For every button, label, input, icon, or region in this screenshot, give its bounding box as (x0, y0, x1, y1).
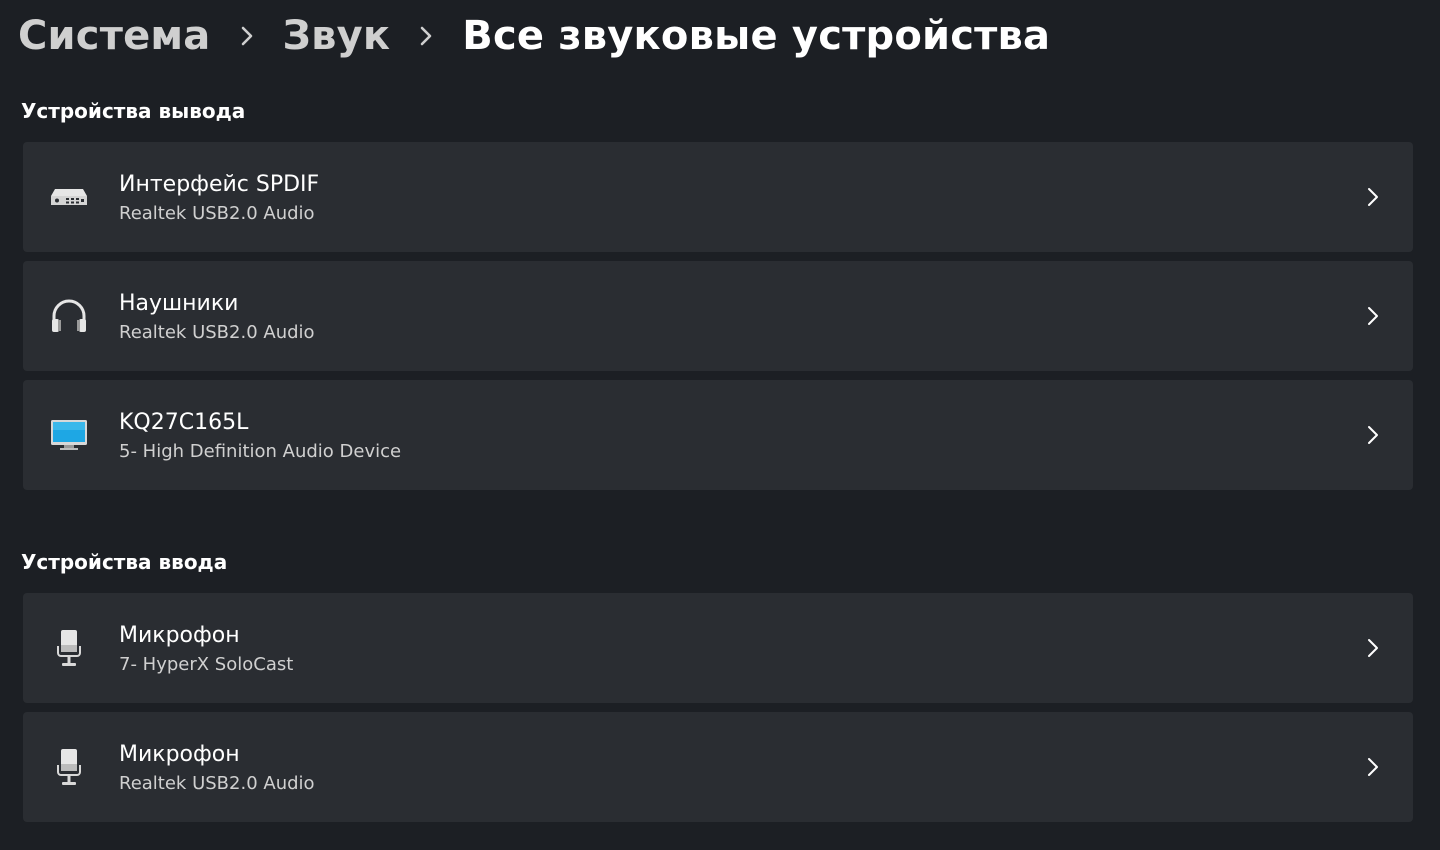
chevron-right-icon (390, 6, 462, 66)
device-subtitle: Realtek USB2.0 Audio (119, 322, 315, 343)
chevron-right-icon (1365, 756, 1381, 778)
device-subtitle: 5- High Definition Audio Device (119, 441, 402, 462)
device-name: Микрофон (119, 742, 240, 767)
output-devices-list: Интерфейс SPDIF Realtek USB2.0 Audio Нау… (23, 142, 1413, 499)
device-subtitle: 7- HyperX SoloCast (119, 654, 294, 675)
device-row-microphone-hyperx[interactable]: Микрофон 7- HyperX SoloCast (23, 593, 1413, 703)
device-name: Интерфейс SPDIF (119, 172, 320, 197)
monitor-icon (47, 413, 91, 457)
device-subtitle: Realtek USB2.0 Audio (119, 773, 315, 794)
chevron-right-icon (1365, 186, 1381, 208)
device-subtitle: Realtek USB2.0 Audio (119, 203, 315, 224)
chevron-right-icon (1365, 305, 1381, 327)
output-devices-heading: Устройства вывода (21, 99, 246, 123)
chevron-right-icon (1365, 637, 1381, 659)
settings-page: Система Звук Все звуковые устройства Уст… (0, 0, 1440, 850)
input-devices-list: Микрофон 7- HyperX SoloCast Микрофон Rea… (23, 593, 1413, 831)
breadcrumb: Система Звук Все звуковые устройства (18, 6, 1050, 66)
microphone-icon (47, 745, 91, 789)
page-title: Все звуковые устройства (462, 13, 1051, 59)
headphones-icon (47, 294, 91, 338)
microphone-icon (47, 626, 91, 670)
device-name: Микрофон (119, 623, 240, 648)
device-row-spdif[interactable]: Интерфейс SPDIF Realtek USB2.0 Audio (23, 142, 1413, 252)
device-row-monitor[interactable]: KQ27C165L 5- High Definition Audio Devic… (23, 380, 1413, 490)
chevron-right-icon (211, 6, 283, 66)
breadcrumb-item-sound[interactable]: Звук (283, 13, 391, 59)
device-row-headphones[interactable]: Наушники Realtek USB2.0 Audio (23, 261, 1413, 371)
input-devices-heading: Устройства ввода (21, 550, 228, 574)
chevron-right-icon (1365, 424, 1381, 446)
device-name: Наушники (119, 291, 239, 316)
spdif-interface-icon (47, 175, 91, 219)
device-row-microphone-realtek[interactable]: Микрофон Realtek USB2.0 Audio (23, 712, 1413, 822)
device-name: KQ27C165L (119, 410, 249, 435)
breadcrumb-item-system[interactable]: Система (18, 13, 211, 59)
